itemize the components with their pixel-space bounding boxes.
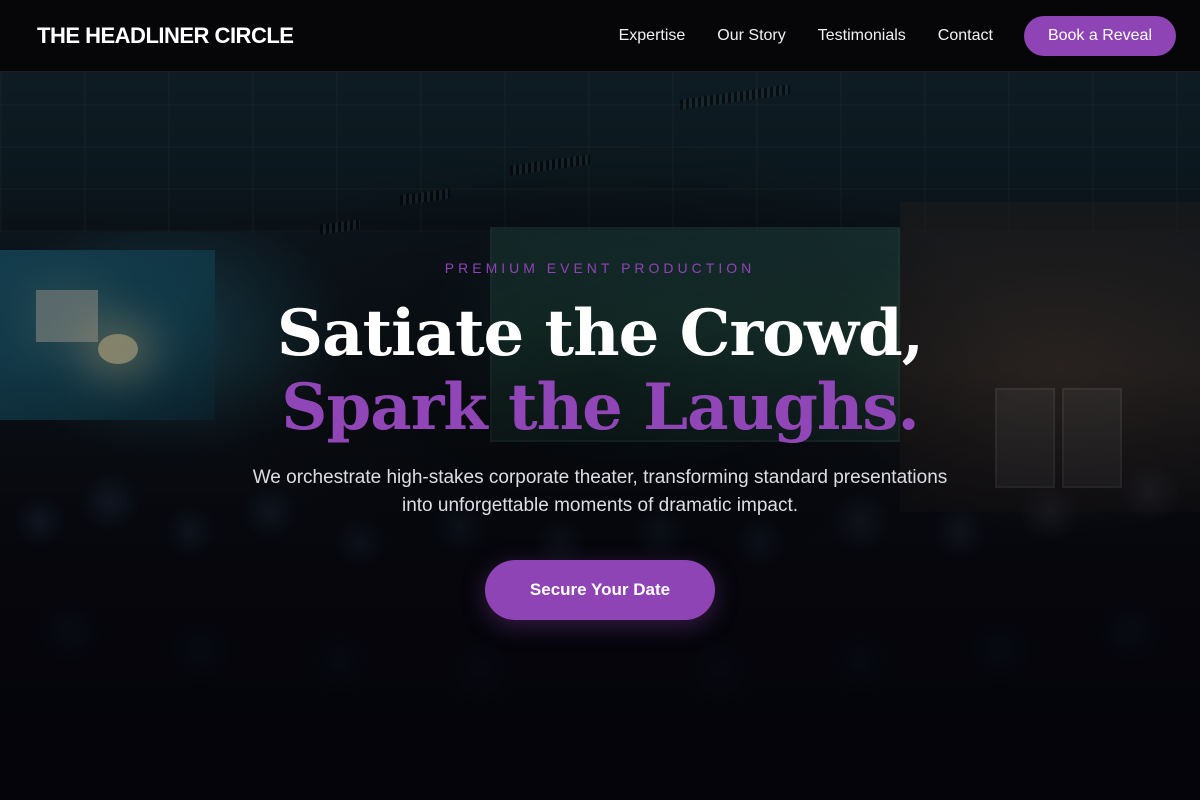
hero-headline-line2: Spark the Laughs. <box>281 370 919 445</box>
hero-headline-line1: Satiate the Crowd, <box>276 296 924 371</box>
nav-link-testimonials[interactable]: Testimonials <box>818 27 906 45</box>
secure-your-date-button[interactable]: Secure Your Date <box>485 560 715 620</box>
nav-links: Expertise Our Story Testimonials Contact <box>619 27 993 45</box>
nav-link-our-story[interactable]: Our Story <box>717 27 785 45</box>
brand-logo[interactable]: THE HEADLINER CIRCLE <box>37 23 294 49</box>
nav-link-contact[interactable]: Contact <box>938 27 993 45</box>
book-a-reveal-button[interactable]: Book a Reveal <box>1023 15 1176 56</box>
hero-section: PREMIUM EVENT PRODUCTION Satiate the Cro… <box>0 72 1200 800</box>
hero-subtitle: We orchestrate high-stakes corporate the… <box>252 467 948 516</box>
nav-link-expertise[interactable]: Expertise <box>619 27 686 45</box>
top-navbar: THE HEADLINER CIRCLE Expertise Our Story… <box>0 0 1200 72</box>
hero-eyebrow: PREMIUM EVENT PRODUCTION <box>444 260 756 276</box>
